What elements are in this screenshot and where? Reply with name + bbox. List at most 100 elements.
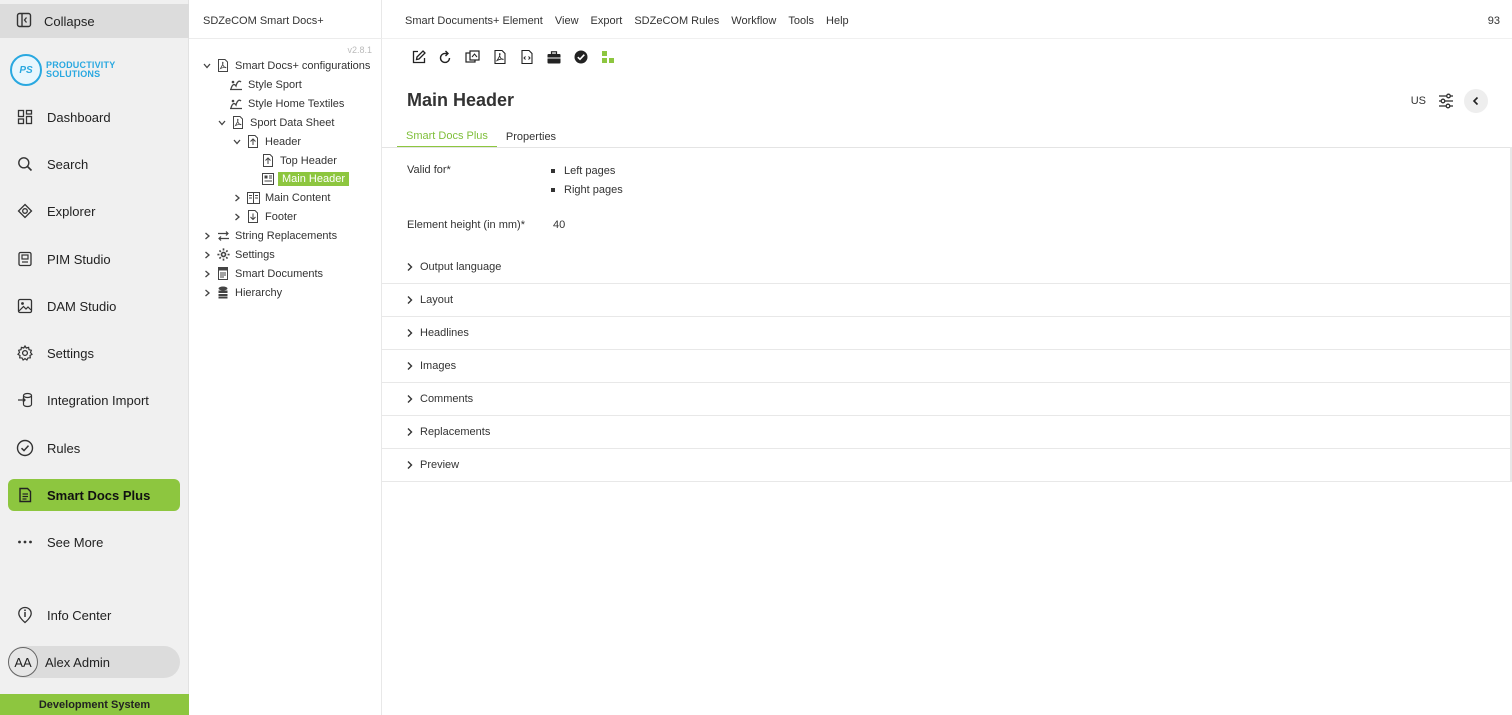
logo-line-2: SOLUTIONS [46,69,101,79]
section-output-language[interactable]: Output language [382,251,1510,284]
section-replacements[interactable]: Replacements [382,416,1510,449]
nav-item-rules[interactable]: Rules [8,432,180,464]
collapse-label: Collapse [44,13,95,29]
chevron-down-icon[interactable] [231,137,243,147]
bullet-icon [551,169,555,173]
tree-node-label: Smart Docs+ configurations [235,59,371,72]
section-layout[interactable]: Layout [382,284,1510,317]
tree-node-label: Top Header [280,154,337,167]
search-icon [16,155,34,173]
valid-for-right-pages: Right pages [564,184,623,196]
sliders-icon[interactable] [1436,91,1456,111]
section-label: Replacements [420,426,491,438]
nav-item-integration-import[interactable]: Integration Import [8,384,180,416]
chevron-right-icon[interactable] [201,269,213,279]
collapse-button[interactable]: Collapse [0,4,189,38]
section-label: Layout [420,294,454,306]
swap-icon [216,229,230,243]
tree-node-configurations[interactable]: Smart Docs+ configurations [201,57,372,74]
nav-item-label: See More [47,534,104,550]
tree-node-style-home-textiles[interactable]: Style Home Textiles [226,95,346,112]
tree-node-smart-documents[interactable]: Smart Documents [201,265,325,282]
tree-node-style-sport[interactable]: Style Sport [226,76,304,93]
menu-item-workflow[interactable]: Workflow [731,15,776,27]
user-name: Alex Admin [45,654,111,670]
chevron-right-icon[interactable] [201,250,213,260]
menu-item-rules[interactable]: SDZeCOM Rules [634,15,719,27]
menu-item-export[interactable]: Export [591,15,623,27]
check-circle-icon[interactable] [567,47,594,67]
check-circle-icon [16,439,34,457]
nav-item-settings[interactable]: Settings [8,337,180,369]
nav-item-label: DAM Studio [47,298,117,314]
tree-node-hierarchy[interactable]: Hierarchy [201,284,284,301]
section-preview[interactable]: Preview [382,449,1510,482]
nav-item-search[interactable]: Search [8,148,180,180]
chevron-right-icon[interactable] [201,231,213,241]
nav-item-smart-docs-plus[interactable]: Smart Docs Plus [8,479,180,511]
chevron-down-icon[interactable] [216,118,228,128]
list-item: Left pages [551,165,623,177]
hierarchy-icon[interactable] [594,47,621,67]
chevron-left-icon [1472,96,1479,106]
logo-mark: PS [10,54,42,86]
tree-node-footer[interactable]: Footer [231,208,299,225]
menu-item-view[interactable]: View [555,15,579,27]
tree-node-main-header[interactable]: Main Header [258,170,349,187]
tree-node-settings[interactable]: Settings [201,246,277,263]
tab-smart-docs-plus[interactable]: Smart Docs Plus [397,125,497,148]
chevron-right-icon[interactable] [231,193,243,203]
chevron-down-icon[interactable] [201,61,213,71]
nav-item-pim-studio[interactable]: PIM Studio [8,243,180,275]
language-selector[interactable]: US [1411,95,1426,107]
tab-properties[interactable]: Properties [497,125,565,148]
edit-icon[interactable] [405,47,432,67]
nav-item-label: Dashboard [47,109,111,125]
pdf-icon[interactable] [486,47,513,67]
section-label: Output language [420,261,502,273]
main-navigation: Collapse PS PRODUCTIVITY SOLUTIONS Dashb… [0,0,189,715]
chevron-right-icon[interactable] [201,288,213,298]
reload-icon[interactable] [432,47,459,67]
database-icon [216,286,230,300]
nav-item-explorer[interactable]: Explorer [8,195,180,227]
tree-node-string-replacements[interactable]: String Replacements [201,227,339,244]
nav-item-dam-studio[interactable]: DAM Studio [8,290,180,322]
section-comments[interactable]: Comments [382,383,1510,416]
header-element-icon [246,135,260,149]
tree-node-sport-data-sheet[interactable]: Sport Data Sheet [216,114,336,131]
menu-item-tools[interactable]: Tools [788,15,814,27]
section-label: Preview [420,459,460,471]
nav-item-dashboard[interactable]: Dashboard [8,101,180,133]
tree-node-main-content[interactable]: Main Content [231,189,332,206]
section-headlines[interactable]: Headlines [382,317,1510,350]
element-height-value[interactable]: 40 [553,219,565,231]
section-images[interactable]: Images [382,350,1510,383]
nav-item-label: PIM Studio [47,251,111,267]
chevron-right-icon [406,328,420,338]
object-id: 93 [1487,15,1500,27]
pim-studio-icon [16,250,34,268]
tree-node-label: Settings [235,248,275,261]
tree-node-label: Style Sport [248,78,302,91]
chevron-right-icon [406,427,420,437]
tree-node-header[interactable]: Header [231,133,303,150]
toolbar [405,47,621,67]
more-icon [16,533,34,551]
nav-item-info-center[interactable]: Info Center [8,599,180,631]
nav-item-label: Search [47,156,89,172]
back-button[interactable] [1464,89,1488,113]
document-icon [216,267,230,281]
user-menu[interactable]: AA Alex Admin [8,646,180,678]
briefcase-icon[interactable] [540,47,567,67]
menu-item-help[interactable]: Help [826,15,849,27]
copy-icon[interactable] [459,47,486,67]
tree-node-top-header[interactable]: Top Header [258,152,339,169]
menu-item-element[interactable]: Smart Documents+ Element [405,15,543,27]
valid-for-left-pages: Left pages [564,165,616,177]
import-icon [16,391,34,409]
nav-item-see-more[interactable]: See More [8,526,180,558]
chevron-right-icon[interactable] [231,212,243,222]
code-file-icon[interactable] [513,47,540,67]
gear-icon [16,344,34,362]
